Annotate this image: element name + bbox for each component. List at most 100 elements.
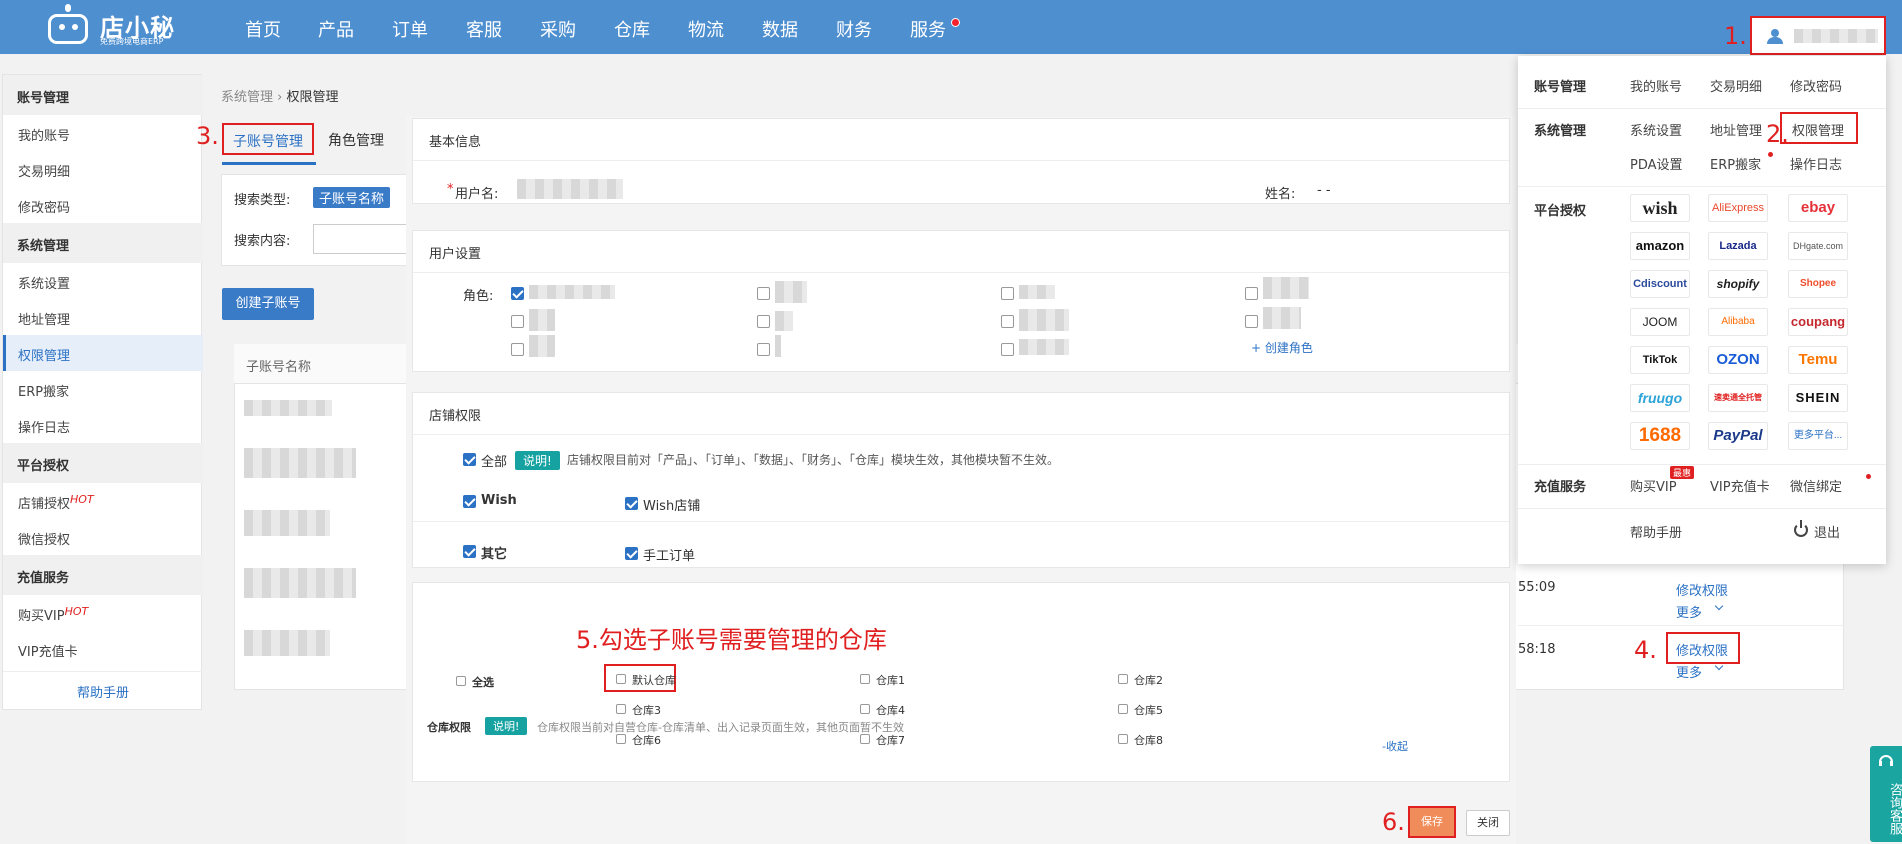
search-type-tag[interactable]: 子账号名称 — [313, 187, 391, 208]
sidebar-item-address[interactable]: 地址管理 — [3, 299, 203, 335]
sidebar-item-my-account[interactable]: 我的账号 — [3, 115, 203, 151]
dropdown-item-operation-log[interactable]: 操作日志 — [1790, 154, 1842, 173]
platform-lazada[interactable]: Lazada — [1708, 232, 1768, 260]
role-checkbox[interactable] — [511, 343, 524, 356]
logo[interactable]: 店小秘 免费跨境电商ERP — [44, 2, 176, 50]
nav-logistics[interactable]: 物流 — [688, 16, 724, 42]
warehouse-select-all-checkbox[interactable] — [456, 676, 466, 686]
platform-wish[interactable]: wish — [1630, 194, 1690, 222]
more-platforms-link[interactable]: 更多平台... — [1788, 422, 1848, 450]
dropdown-help-link[interactable]: 帮助手册 — [1630, 522, 1682, 541]
shop-all-checkbox[interactable] — [463, 453, 476, 466]
platform-temu[interactable]: Temu — [1788, 346, 1848, 374]
sidebar-item-transactions[interactable]: 交易明细 — [3, 151, 203, 187]
sidebar-item-system-settings[interactable]: 系统设置 — [3, 263, 203, 299]
platform-aliexpress[interactable]: AliExpress — [1708, 194, 1768, 222]
more-link[interactable]: 更多 — [1676, 662, 1702, 681]
dropdown-item-transactions[interactable]: 交易明细 — [1710, 76, 1762, 95]
sidebar-item-vip-card[interactable]: VIP充值卡 — [3, 631, 203, 667]
platform-shopify[interactable]: shopify — [1708, 270, 1768, 298]
dropdown-item-buy-vip[interactable]: 购买VIP — [1630, 476, 1677, 495]
sidebar-item-wechat-auth[interactable]: 微信授权 — [3, 519, 203, 555]
nav-products[interactable]: 产品 — [318, 16, 354, 42]
nav-warehouse[interactable]: 仓库 — [614, 16, 650, 42]
more-link[interactable]: 更多 — [1676, 602, 1702, 621]
sidebar-item-shop-auth[interactable]: 店铺授权HOT — [3, 483, 203, 519]
platform-shopee[interactable]: Shopee — [1788, 270, 1848, 298]
dropdown-item-my-account[interactable]: 我的账号 — [1630, 76, 1682, 95]
warehouse-checkbox[interactable] — [860, 704, 870, 714]
warehouse-checkbox[interactable] — [860, 734, 870, 744]
tab-roles[interactable]: 角色管理 — [328, 130, 384, 150]
platform-joom[interactable]: JOOM — [1630, 308, 1690, 336]
sidebar-item-change-password[interactable]: 修改密码 — [3, 187, 203, 223]
role-checkbox[interactable] — [511, 315, 524, 328]
nav-finance[interactable]: 财务 — [836, 16, 872, 42]
role-checkbox[interactable] — [1001, 287, 1014, 300]
warehouse-checkbox[interactable] — [616, 674, 626, 684]
dropdown-item-system-settings[interactable]: 系统设置 — [1630, 120, 1682, 139]
platform-1688[interactable]: 1688 — [1630, 422, 1690, 450]
role-checkbox[interactable] — [1001, 343, 1014, 356]
role-checkbox[interactable] — [757, 315, 770, 328]
wish-shop-checkbox[interactable] — [625, 497, 638, 510]
sidebar-item-erp-migration[interactable]: ERP搬家 — [3, 371, 203, 407]
platform-amazon[interactable]: amazon — [1630, 232, 1690, 260]
platform-aliexpress-managed[interactable]: 速卖通全托管 — [1708, 384, 1768, 412]
tab-subaccounts[interactable]: 子账号管理 — [222, 123, 314, 155]
edit-permission-link[interactable]: 修改权限 — [1676, 580, 1728, 599]
collapse-link[interactable]: -收起 — [1382, 738, 1408, 754]
nav-home[interactable]: 首页 — [245, 16, 281, 42]
platform-coupang[interactable]: coupang — [1788, 308, 1848, 336]
platform-shein[interactable]: SHEIN — [1788, 384, 1848, 412]
platform-tiktok[interactable]: TikTok — [1630, 346, 1690, 374]
warehouse-checkbox[interactable] — [616, 734, 626, 744]
nav-data[interactable]: 数据 — [762, 16, 798, 42]
warehouse-checkbox[interactable] — [1118, 704, 1128, 714]
platform-cdiscount[interactable]: Cdiscount — [1630, 270, 1690, 298]
create-subaccount-button[interactable]: 创建子账号 — [222, 288, 314, 320]
dropdown-item-erp-migration[interactable]: ERP搬家 — [1710, 154, 1761, 173]
nav-purchasing[interactable]: 采购 — [540, 16, 576, 42]
other-checkbox[interactable] — [463, 545, 476, 558]
sidebar-item-operation-log[interactable]: 操作日志 — [3, 407, 203, 443]
save-button[interactable]: 保存 — [1408, 806, 1456, 838]
role-checkbox[interactable] — [511, 287, 524, 300]
platform-ebay[interactable]: ebay — [1788, 194, 1848, 222]
dropdown-item-address[interactable]: 地址管理 — [1710, 120, 1762, 139]
nav-services[interactable]: 服务 — [910, 16, 946, 42]
warehouse-checkbox[interactable] — [1118, 674, 1128, 684]
platform-paypal[interactable]: PayPal — [1708, 422, 1768, 450]
role-checkbox[interactable] — [1245, 287, 1258, 300]
role-checkbox[interactable] — [757, 343, 770, 356]
platform-alibaba[interactable]: Alibaba — [1708, 308, 1768, 336]
platform-fruugo[interactable]: fruugo — [1630, 384, 1690, 412]
warehouse-checkbox[interactable] — [1118, 734, 1128, 744]
sidebar-item-permissions[interactable]: 权限管理 — [3, 335, 203, 371]
dropdown-logout[interactable]: 退出 — [1814, 522, 1840, 541]
role-checkbox[interactable] — [1245, 315, 1258, 328]
sidebar-help-link[interactable]: 帮助手册 — [3, 671, 203, 707]
account-menu-button[interactable] — [1750, 16, 1886, 55]
dropdown-item-vip-card[interactable]: VIP充值卡 — [1710, 476, 1770, 495]
dropdown-item-wechat-bind[interactable]: 微信绑定 — [1790, 476, 1842, 495]
warehouse-checkbox[interactable] — [860, 674, 870, 684]
platform-ozon[interactable]: OZON — [1708, 346, 1768, 374]
nav-orders[interactable]: 订单 — [392, 16, 428, 42]
wish-checkbox[interactable] — [463, 495, 476, 508]
role-checkbox[interactable] — [1001, 315, 1014, 328]
sidebar-item-buy-vip[interactable]: 购买VIPHOT — [3, 595, 203, 631]
manual-order-checkbox[interactable] — [625, 547, 638, 560]
search-input[interactable] — [313, 224, 413, 254]
create-role-link[interactable]: + 创建角色 — [1251, 339, 1313, 356]
breadcrumb-parent[interactable]: 系统管理 — [221, 90, 273, 105]
warehouse-checkbox[interactable] — [616, 704, 626, 714]
dropdown-item-permissions[interactable]: 权限管理 — [1780, 112, 1858, 144]
dropdown-item-change-password[interactable]: 修改密码 — [1790, 76, 1842, 95]
edit-permission-link-highlighted[interactable]: 修改权限 — [1666, 632, 1740, 664]
nav-customer-service[interactable]: 客服 — [466, 16, 502, 42]
role-checkbox[interactable] — [757, 287, 770, 300]
close-button[interactable]: 关闭 — [1466, 810, 1510, 836]
dropdown-item-pda-settings[interactable]: PDA设置 — [1630, 154, 1683, 173]
platform-dhgate[interactable]: DHgate.com — [1788, 232, 1848, 260]
